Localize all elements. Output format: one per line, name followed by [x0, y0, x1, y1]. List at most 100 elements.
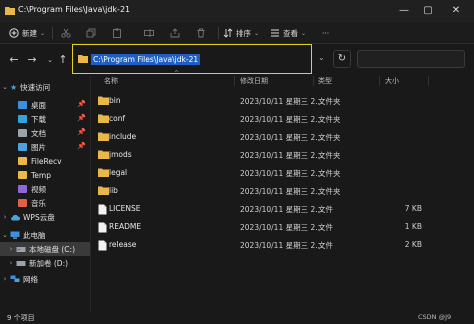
- table-row[interactable]: include 2023/10/11 星期三 2... 文件夹: [92, 128, 432, 146]
- sidebar-item-label: WPS云盘: [23, 212, 55, 222]
- address-bar[interactable]: C:\Program Files\Java\jdk-21: [72, 44, 312, 74]
- folder-icon: [18, 185, 27, 193]
- column-header-name[interactable]: 名称: [104, 76, 118, 86]
- sort-indicator-icon: ^: [174, 70, 180, 77]
- file-icon: [98, 204, 107, 215]
- sidebar-item-drive-d[interactable]: › 新加卷 (D:): [0, 256, 90, 270]
- file-modified: 2023/10/11 星期三 2...: [240, 187, 323, 196]
- file-icon: [98, 240, 107, 251]
- table-row[interactable]: README 2023/10/11 星期三 2... 文件 1 KB: [92, 218, 432, 236]
- pin-icon[interactable]: 📌: [77, 128, 86, 136]
- more-options-button[interactable]: ···: [322, 22, 329, 44]
- file-type: 文件: [318, 241, 333, 250]
- copy-icon[interactable]: [86, 28, 96, 38]
- table-row[interactable]: release 2023/10/11 星期三 2... 文件 2 KB: [92, 236, 432, 254]
- refresh-button[interactable]: ↻: [333, 50, 351, 68]
- column-divider[interactable]: [379, 76, 380, 86]
- file-type: 文件夹: [318, 169, 341, 178]
- sidebar-item-label: 音乐: [31, 198, 46, 208]
- new-label: 新建: [22, 28, 37, 38]
- network-icon: [10, 275, 20, 282]
- column-header-modified[interactable]: 修改日期: [240, 76, 268, 86]
- folder-icon: [98, 186, 109, 195]
- sidebar-item-quick-access-entry[interactable]: 桌面 📌: [0, 98, 90, 112]
- chevron-right-icon[interactable]: ›: [0, 275, 10, 283]
- pane-divider[interactable]: [90, 76, 91, 312]
- sidebar-item-quick-access-entry[interactable]: 文档 📌: [0, 126, 90, 140]
- forward-button[interactable]: →: [25, 53, 39, 67]
- file-icon: [98, 222, 107, 233]
- sidebar-item-label: 图片: [31, 142, 46, 152]
- chevron-down-icon[interactable]: ⌄: [0, 83, 10, 91]
- sidebar-item-label: 视频: [31, 184, 46, 194]
- file-size: 2 KB: [404, 240, 422, 249]
- delete-icon[interactable]: [196, 28, 206, 38]
- column-divider[interactable]: [428, 76, 429, 86]
- file-modified: 2023/10/11 星期三 2...: [240, 241, 323, 250]
- sidebar-item-quick-access-entry[interactable]: 图片 📌: [0, 140, 90, 154]
- share-icon[interactable]: [170, 28, 180, 38]
- column-divider[interactable]: [234, 76, 235, 86]
- computer-icon: [10, 231, 20, 239]
- cut-icon[interactable]: [61, 28, 71, 38]
- file-modified: 2023/10/11 星期三 2...: [240, 133, 323, 142]
- chevron-down-icon: ⌄: [40, 29, 46, 37]
- column-header-size[interactable]: 大小: [385, 76, 399, 86]
- chevron-right-icon[interactable]: ›: [6, 245, 16, 253]
- sidebar-item-quick-access-entry[interactable]: FileRecv: [0, 154, 90, 168]
- sidebar-item-label: 新加卷 (D:): [29, 258, 69, 268]
- pin-icon[interactable]: 📌: [77, 142, 86, 150]
- minimize-button[interactable]: —: [394, 0, 414, 22]
- table-row[interactable]: LICENSE 2023/10/11 星期三 2... 文件 7 KB: [92, 200, 432, 218]
- search-input[interactable]: [357, 50, 465, 68]
- paste-icon[interactable]: [112, 28, 122, 38]
- sort-button[interactable]: 排序 ⌄: [223, 22, 259, 44]
- sidebar-item-quick-access[interactable]: ⌄ ★ 快速访问: [0, 80, 90, 94]
- address-path-text[interactable]: C:\Program Files\Java\jdk-21: [91, 53, 201, 65]
- view-button[interactable]: 查看 ⌄: [270, 22, 306, 44]
- sort-label: 排序: [236, 28, 251, 38]
- navigation-pane: ⌄ ★ 快速访问 桌面 📌 下载 📌 文档 📌 图片 📌 FileRecv Temp 视频 音乐 › …: [0, 76, 90, 312]
- folder-icon: [78, 55, 88, 63]
- up-button[interactable]: ↑: [56, 53, 70, 67]
- sidebar-item-quick-access-entry[interactable]: Temp: [0, 168, 90, 182]
- table-row[interactable]: bin 2023/10/11 星期三 2... 文件夹: [92, 92, 432, 110]
- sidebar-item-quick-access-entry[interactable]: 视频: [0, 182, 90, 196]
- address-dropdown-button[interactable]: ⌄: [318, 53, 325, 62]
- file-modified: 2023/10/11 星期三 2...: [240, 169, 323, 178]
- file-type: 文件夹: [318, 187, 341, 196]
- back-button[interactable]: ←: [7, 53, 21, 67]
- file-type: 文件: [318, 223, 333, 232]
- rename-icon[interactable]: [144, 28, 154, 38]
- sidebar-item-label: 下载: [31, 114, 46, 124]
- file-modified: 2023/10/11 星期三 2...: [240, 223, 323, 232]
- file-name: LICENSE: [109, 204, 141, 213]
- sidebar-item-this-pc[interactable]: ⌄ 此电脑: [0, 228, 90, 242]
- chevron-down-icon: ⌄: [301, 29, 307, 37]
- sidebar-item-quick-access-entry[interactable]: 音乐: [0, 196, 90, 210]
- table-row[interactable]: lib 2023/10/11 星期三 2... 文件夹: [92, 182, 432, 200]
- chevron-right-icon[interactable]: ›: [0, 213, 10, 221]
- sidebar-item-quick-access-entry[interactable]: 下载 📌: [0, 112, 90, 126]
- file-modified: 2023/10/11 星期三 2...: [240, 97, 323, 106]
- folder-icon: [98, 114, 109, 123]
- pin-icon[interactable]: 📌: [77, 114, 86, 122]
- close-button[interactable]: ✕: [446, 0, 466, 22]
- chevron-down-icon[interactable]: ⌄: [0, 231, 10, 239]
- recent-chevron-icon[interactable]: ⌄: [43, 53, 57, 67]
- pin-icon[interactable]: 📌: [77, 100, 86, 108]
- chevron-right-icon[interactable]: ›: [6, 259, 16, 267]
- sidebar-item-network[interactable]: › 网络: [0, 272, 90, 286]
- table-row[interactable]: conf 2023/10/11 星期三 2... 文件夹: [92, 110, 432, 128]
- column-divider[interactable]: [313, 76, 314, 86]
- file-size: 1 KB: [404, 222, 422, 231]
- sidebar-item-wps-cloud[interactable]: › WPS云盘: [0, 210, 90, 224]
- table-row[interactable]: jmods 2023/10/11 星期三 2... 文件夹: [92, 146, 432, 164]
- table-row[interactable]: legal 2023/10/11 星期三 2... 文件夹: [92, 164, 432, 182]
- column-header-type[interactable]: 类型: [318, 76, 332, 86]
- sidebar-item-drive-c[interactable]: › 本地磁盘 (C:): [0, 242, 90, 256]
- new-button[interactable]: 新建 ⌄: [9, 22, 45, 44]
- maximize-button[interactable]: ▢: [418, 0, 438, 22]
- file-name: release: [109, 240, 137, 249]
- item-count: 9 个项目: [7, 314, 35, 322]
